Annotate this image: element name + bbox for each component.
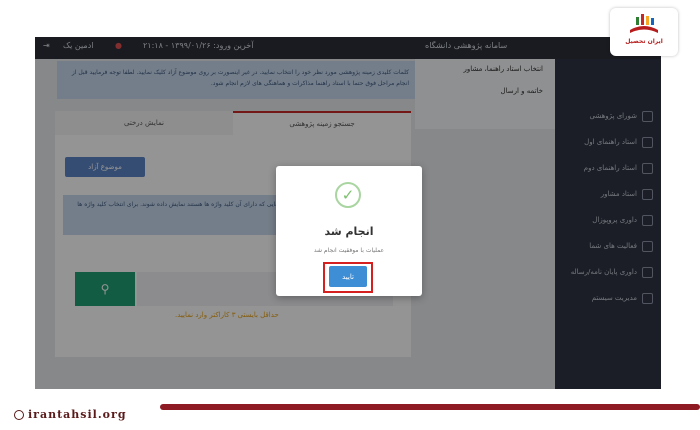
confirm-button[interactable]: تایید [329,266,367,287]
book-logo-icon [630,14,658,33]
checkmark-icon: ✓ [335,182,361,208]
globe-icon [14,410,24,420]
footer-bar [160,404,700,410]
dialog-title: انجام شد [324,225,374,238]
logo-text: ایران تحصیل [625,38,663,45]
app-window: ⇥ ادمین یک ● آخرین ورود: ۱۳۹۹/۰۱/۲۶ - ۲۱… [35,37,661,389]
site-url[interactable]: irantahsil.org [28,408,127,421]
brand-logo: ایران تحصیل [610,8,678,56]
success-dialog: ✓ انجام شد عملیات با موفقیت انجام شد تای… [276,166,422,296]
dialog-message: عملیات با موفقیت انجام شد [313,247,385,254]
